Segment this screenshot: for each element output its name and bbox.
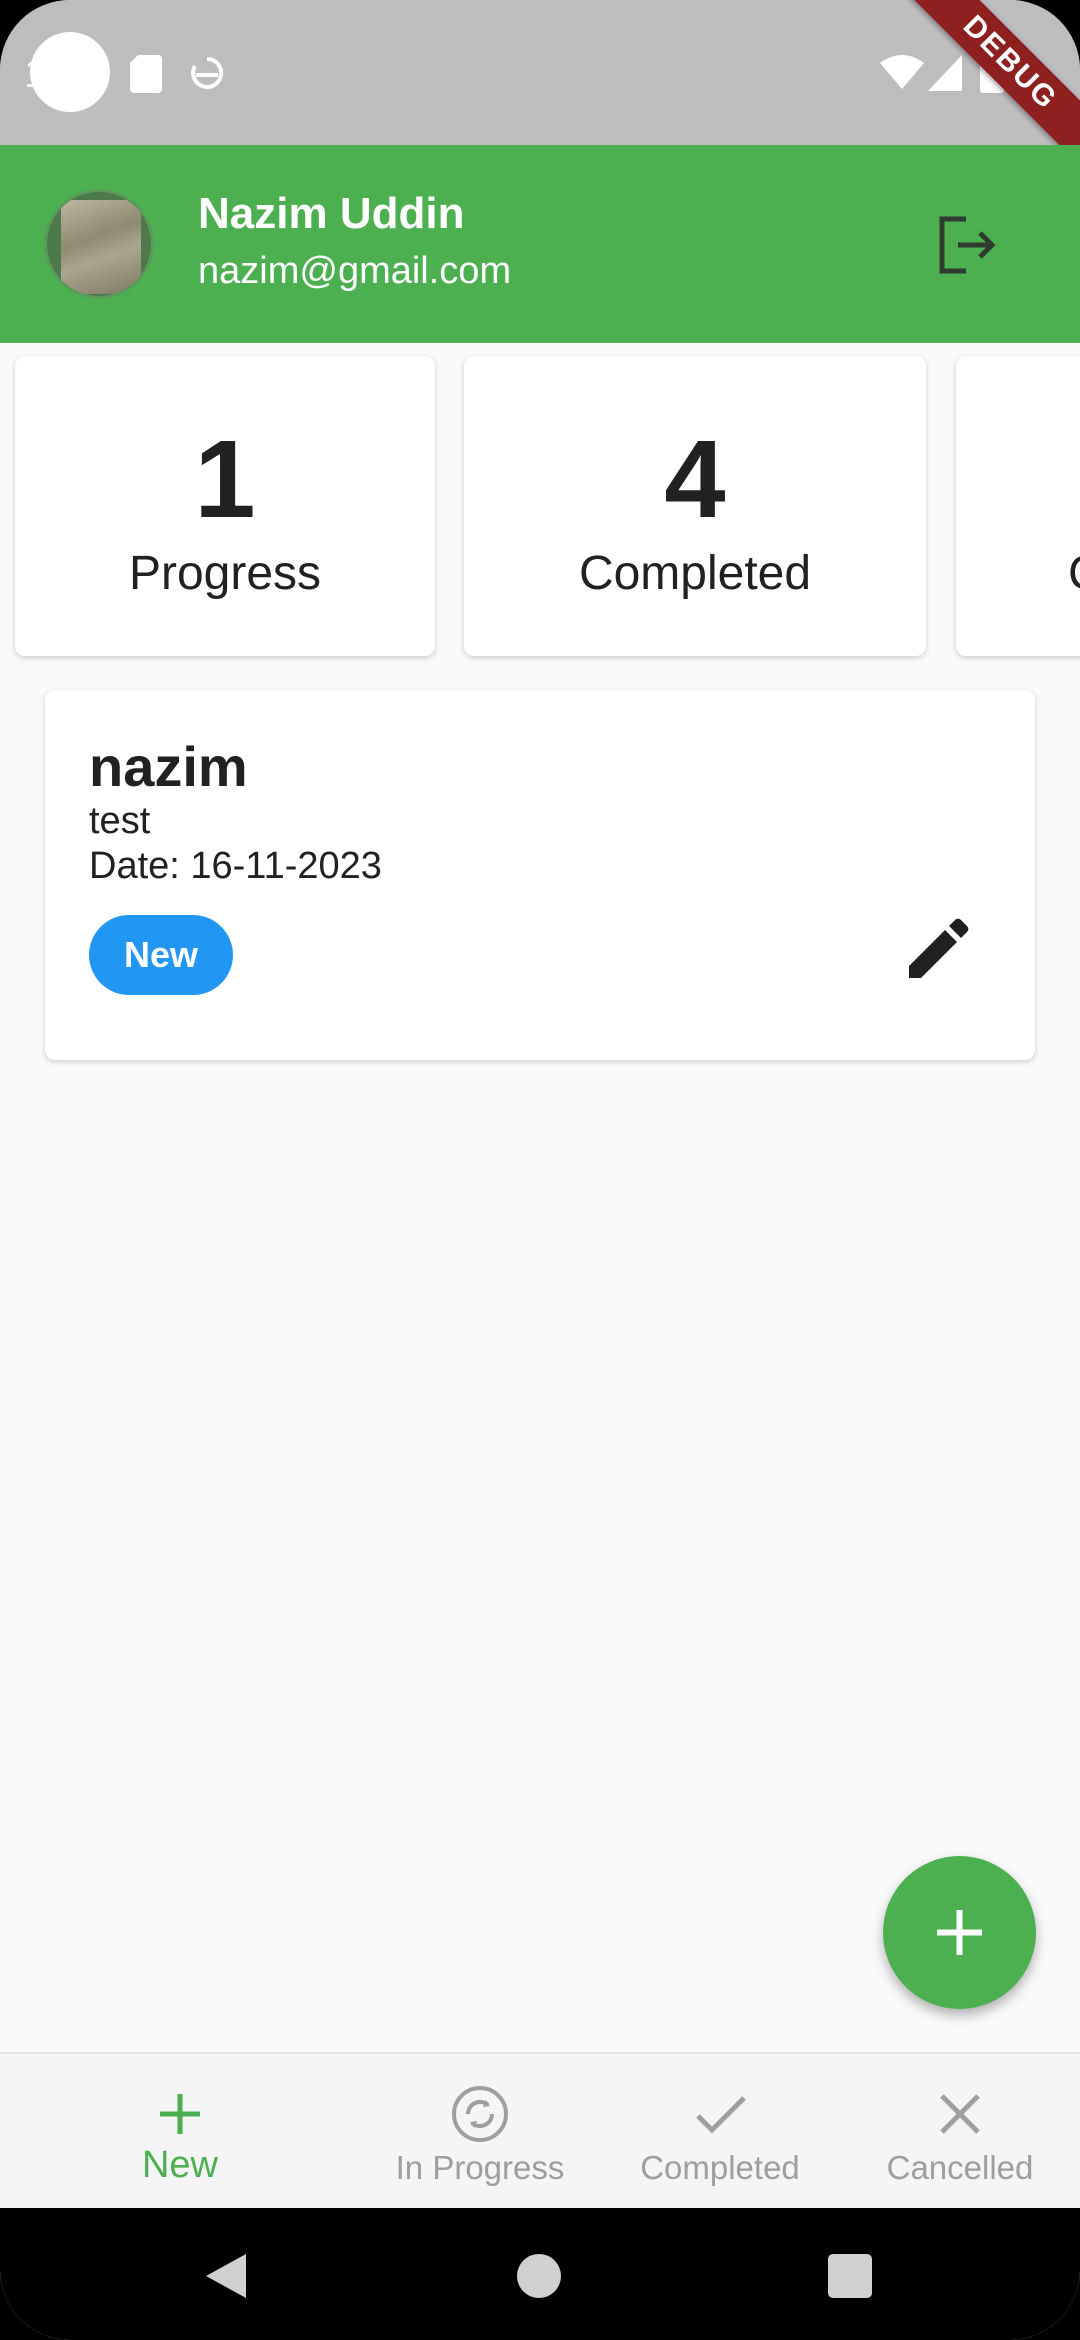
status-bar: 1 DEBUG [0,0,1080,172]
nav-label: Completed [640,2149,800,2186]
avatar[interactable] [44,189,154,299]
bottom-navigation: New In Progress Completed Cancelled [0,2052,1080,2208]
edit-icon[interactable] [895,912,975,992]
sd-card-icon [130,55,162,93]
add-task-button[interactable] [883,1856,1036,2009]
close-icon [940,2094,980,2134]
system-navigation-bar [0,2208,1080,2340]
task-description: test [89,800,151,842]
nav-item-new[interactable]: New [60,2054,300,2210]
camera-cutout [30,32,110,112]
signal-icon [928,55,962,91]
check-icon [696,2096,746,2134]
home-icon[interactable] [509,2246,569,2306]
summary-count: 1 [194,418,256,541]
user-email: nazim@gmail.com [198,250,512,292]
summary-card-progress[interactable]: 1 Progress [15,356,435,656]
user-name: Nazim Uddin [198,189,465,238]
summary-label: Progress [128,547,322,600]
wifi-icon [880,55,924,89]
recents-icon[interactable] [820,2246,880,2306]
summary-card-completed[interactable]: 4 Completed [464,356,926,656]
task-title: nazim [89,735,248,798]
summary-card-cancelled[interactable]: C [956,356,1080,656]
plus-icon [160,2094,200,2134]
summary-label: C [1068,546,1080,601]
nav-label: Cancelled [886,2149,1034,2186]
logout-icon[interactable] [936,213,1000,277]
profile-header: Nazim Uddin nazim@gmail.com [0,145,1080,343]
back-icon[interactable] [196,2246,256,2306]
sync-status-icon [191,56,224,89]
nav-item-in-progress[interactable]: In Progress [360,2054,600,2210]
sync-icon [452,2086,508,2142]
summary-cards: 1 Progress 4 Completed C [0,356,1080,661]
phone-screen: 1 DEBUG Nazim Uddin nazim@gmail.com [0,0,1080,2340]
task-card[interactable]: nazim test Date: 16-11-2023 New [45,690,1035,1060]
nav-item-cancelled[interactable]: Cancelled [840,2054,1080,2210]
status-badge: New [89,915,233,995]
nav-item-completed[interactable]: Completed [600,2054,840,2210]
plus-icon [937,1910,982,1955]
nav-label: New [141,2144,219,2186]
nav-label: In Progress [395,2149,565,2186]
summary-count: 4 [664,418,726,541]
task-date: Date: 16-11-2023 [89,845,382,887]
summary-label: Completed [578,547,812,600]
